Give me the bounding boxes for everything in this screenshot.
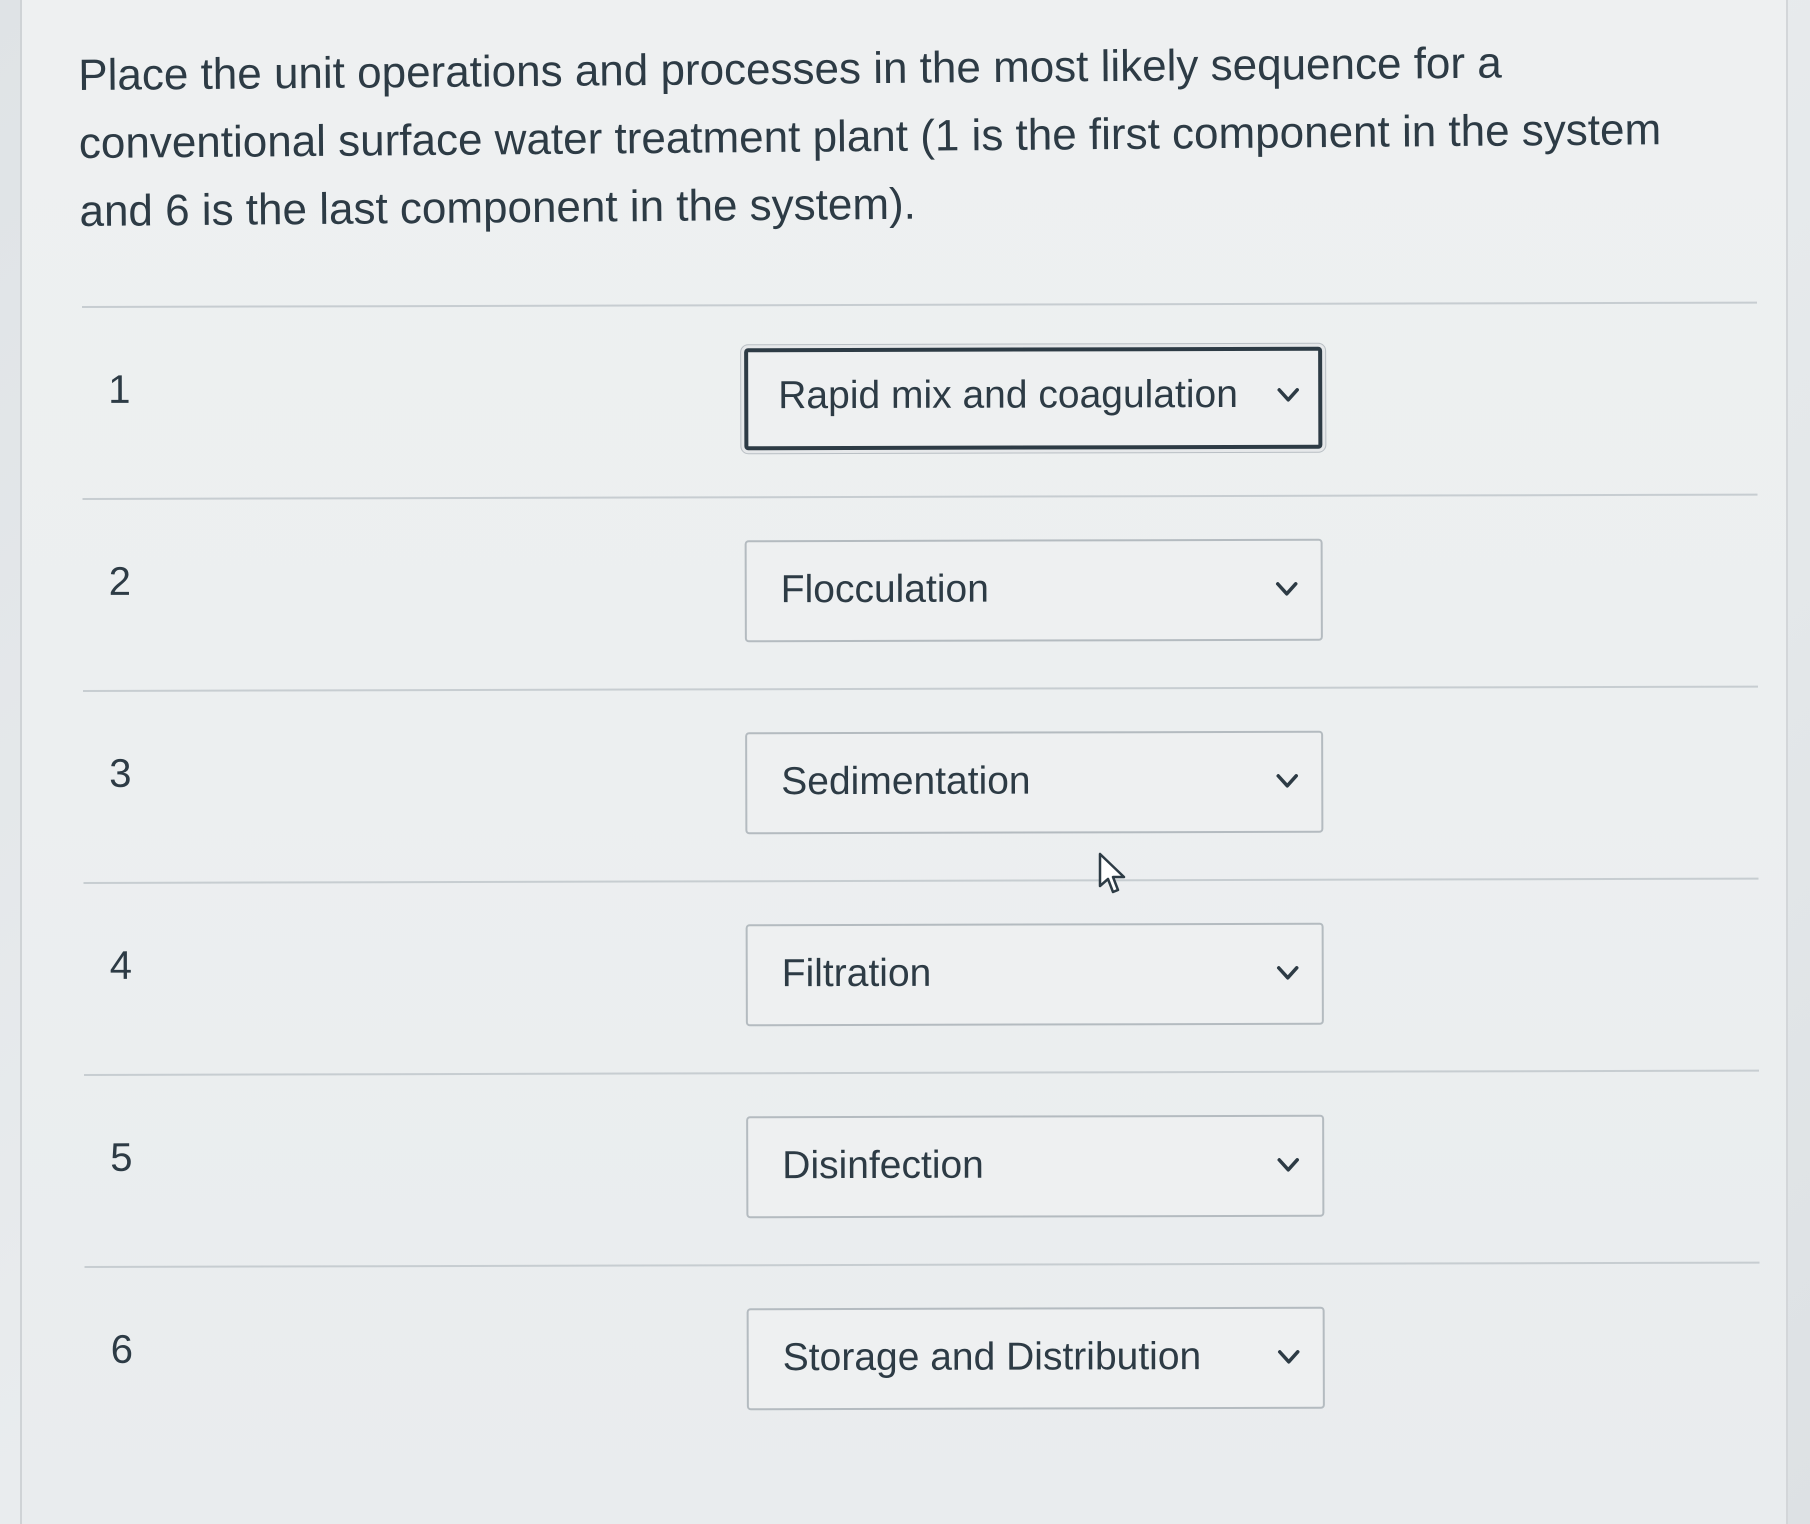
select-value: Filtration [781, 951, 932, 996]
matching-row-3: 3 Sedimentation [83, 685, 1759, 882]
matching-row-6: 6 Storage and Distribution [84, 1261, 1761, 1458]
select-value: Flocculation [780, 567, 989, 612]
answer-select-5[interactable]: Disinfection [746, 1114, 1325, 1219]
row-number: 5 [110, 1135, 133, 1180]
select-value: Disinfection [782, 1143, 984, 1188]
chevron-down-icon [1275, 582, 1298, 596]
select-value: Storage and Distribution [782, 1335, 1202, 1380]
chevron-down-icon [1277, 1350, 1300, 1364]
row-number: 2 [108, 559, 132, 604]
question-text: Place the unit operations and processes … [78, 38, 1662, 236]
chevron-down-icon [1276, 966, 1299, 980]
row-number: 3 [109, 751, 132, 796]
matching-row-2: 2 Flocculation [82, 493, 1758, 690]
select-value: Rapid mix and coagulation [778, 372, 1238, 418]
screen: Place the unit operations and processes … [0, 0, 1810, 1524]
answer-select-2[interactable]: Flocculation [744, 538, 1323, 643]
answer-select-4[interactable]: Filtration [745, 922, 1324, 1027]
matching-row-1: 1 Rapid mix and coagulation [82, 301, 1758, 498]
answer-select-1[interactable]: Rapid mix and coagulation [744, 346, 1323, 451]
row-number: 4 [109, 943, 133, 988]
answer-select-3[interactable]: Sedimentation [745, 730, 1324, 835]
matching-row-5: 5 Disinfection [84, 1069, 1760, 1266]
row-number: 6 [110, 1327, 134, 1372]
matching-row-4: 4 Filtration [83, 877, 1760, 1074]
row-number: 1 [108, 367, 131, 412]
matching-rows: 1 Rapid mix and coagulation 2 Flocculati… [82, 301, 1761, 1458]
mouse-pointer-icon [1098, 852, 1126, 894]
chevron-down-icon [1277, 1158, 1299, 1172]
chevron-down-icon [1277, 388, 1299, 402]
answer-select-6[interactable]: Storage and Distribution [746, 1306, 1325, 1411]
select-value: Sedimentation [781, 759, 1031, 804]
chevron-down-icon [1276, 774, 1298, 788]
question-card: Place the unit operations and processes … [20, 0, 1788, 1524]
